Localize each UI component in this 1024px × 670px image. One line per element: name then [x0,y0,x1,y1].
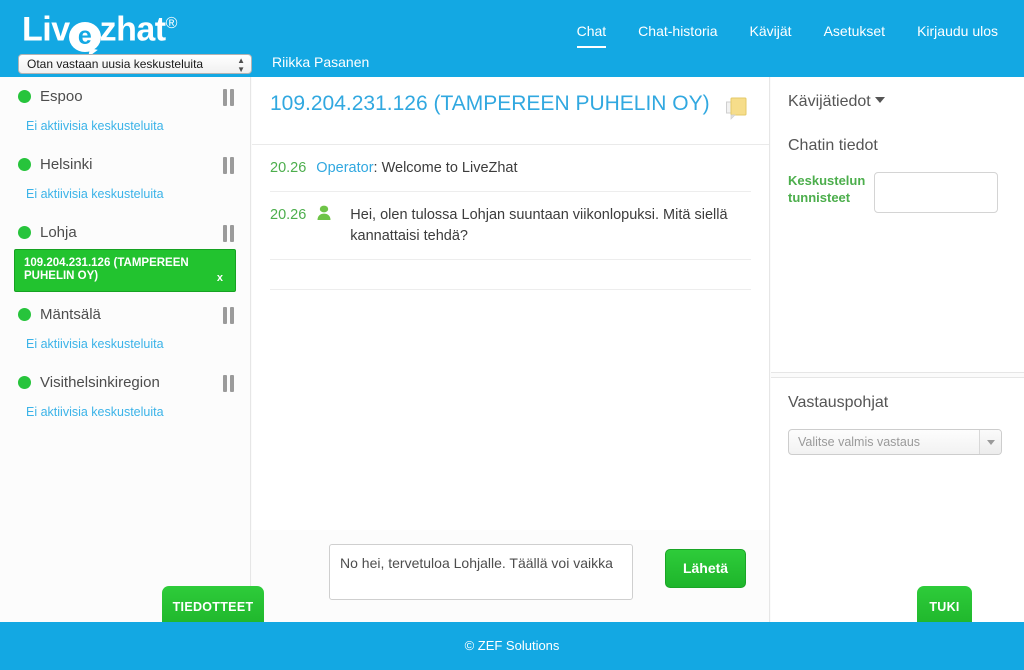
nav-item-kirjaudu-ulos[interactable]: Kirjaudu ulos [917,23,998,48]
templates-title: Vastauspohjat [788,394,889,411]
select-arrows-icon: ▲ ▼ [237,56,245,74]
nav-item-kavijat[interactable]: Kävijät [750,23,792,48]
message-input[interactable] [329,544,633,600]
logo-text-part2: zhat [99,10,167,49]
status-online-icon [18,226,31,239]
tags-label: Keskustelun tunnisteet [788,173,866,205]
message-list: 20.26 Operator: Welcome to LiveZhat 20.2… [252,145,769,290]
site-name: Visithelsinkiregion [40,374,160,391]
app-root: Liv e zhat® Otan vastaan uusia keskustelui… [0,0,1024,670]
chat-header: 109.204.231.126 (TAMPEREEN PUHELIN OY) [252,77,769,145]
logo-bubble-icon: e [68,22,101,53]
message-visitor: 20.26 Hei, olen tulossa Lohjan suuntaan … [270,192,751,260]
no-active-chats-text: Ei aktiivisia keskusteluita [26,337,164,351]
agent-name: Riikka Pasanen [272,54,370,70]
visitor-info-title: Kävijätiedot [788,93,871,110]
pause-icon[interactable] [223,225,234,242]
response-templates-panel: Vastauspohjat Valitse valmis vastaus [771,377,1024,622]
message-list-spacer [270,260,751,290]
chat-info-title: Chatin tiedot [788,137,878,154]
pause-icon[interactable] [223,157,234,174]
no-active-chats-text: Ei aktiivisia keskusteluita [26,405,164,419]
main-nav: Chat Chat-historia Kävijät Asetukset Kir… [576,23,998,48]
site-name: Mäntsälä [40,306,101,323]
site-name: Espoo [40,88,83,105]
message-sender-suffix: : [373,160,378,176]
message-body: Operator: Welcome to LiveZhat [316,158,751,179]
sites-sidebar: Espoo Ei aktiivisia keskusteluita Helsin… [0,77,251,622]
message-time: 20.26 [270,207,307,223]
close-icon[interactable]: x [217,272,223,284]
footer: © ZEF Solutions [0,622,1024,670]
chevron-down-icon[interactable] [979,430,1001,454]
availability-status-select[interactable]: Otan vastaan uusia keskusteluita ▲ ▼ [18,54,252,74]
message-text: Hei, olen tulossa Lohjan suuntaan viikon… [350,207,728,244]
message-sender: Operator [316,160,374,176]
logo-text-part1: Liv [22,10,70,49]
nav-item-chat[interactable]: Chat [576,23,607,48]
logo-registered-mark: ® [165,15,178,32]
no-active-chats-text: Ei aktiivisia keskusteluita [26,187,164,201]
pause-icon[interactable] [223,89,234,106]
nav-item-chat-historia[interactable]: Chat-historia [638,23,717,48]
message-text: Welcome to LiveZhat [381,160,518,176]
status-online-icon [18,90,31,103]
composer: Lähetä [252,530,770,622]
visitor-info-panel: Kävijätiedot Chatin tiedot Keskustelun t… [771,77,1024,373]
tags-field-row: Keskustelun tunnisteet [771,155,1024,213]
message-time: 20.26 [270,160,307,176]
visitor-person-icon [316,205,332,229]
app-header: Liv e zhat® Otan vastaan uusia keskustelui… [0,0,1024,77]
site-row-espoo[interactable]: Espoo [0,77,250,111]
status-online-icon [18,308,31,321]
chevron-down-icon[interactable] [874,97,885,103]
chat-panel: 109.204.231.126 (TAMPEREEN PUHELIN OY) 2… [252,77,770,530]
tags-input[interactable] [874,172,998,213]
sticky-note-icon[interactable] [726,97,747,121]
send-button[interactable]: Lähetä [665,549,746,588]
chat-title: 109.204.231.126 (TAMPEREEN PUHELIN OY) [270,92,710,115]
site-row-lohja[interactable]: Lohja [0,213,250,247]
visitor-info-header[interactable]: Kävijätiedot [771,77,1024,111]
site-row-visithelsinkiregion[interactable]: Visithelsinkiregion [0,363,250,397]
site-row-helsinki[interactable]: Helsinki [0,145,250,179]
logo: Liv e zhat® [22,4,178,53]
pause-icon[interactable] [223,375,234,392]
pause-icon[interactable] [223,307,234,324]
status-online-icon [18,376,31,389]
response-template-placeholder: Valitse valmis vastaus [798,435,921,449]
no-active-chats-text: Ei aktiivisia keskusteluita [26,119,164,133]
site-row-mantsala[interactable]: Mäntsälä [0,292,250,329]
availability-status-value: Otan vastaan uusia keskusteluita [27,57,204,71]
message-operator: 20.26 Operator: Welcome to LiveZhat [270,145,751,192]
chat-list-item-label: 109.204.231.126 (TAMPEREEN PUHELIN OY) [24,257,189,282]
status-online-icon [18,158,31,171]
response-template-select[interactable]: Valitse valmis vastaus [788,429,1002,455]
site-name: Lohja [40,224,77,241]
chat-list-item-selected[interactable]: 109.204.231.126 (TAMPEREEN PUHELIN OY) x [14,249,236,292]
nav-item-asetukset[interactable]: Asetukset [824,23,885,48]
site-name: Helsinki [40,156,93,173]
